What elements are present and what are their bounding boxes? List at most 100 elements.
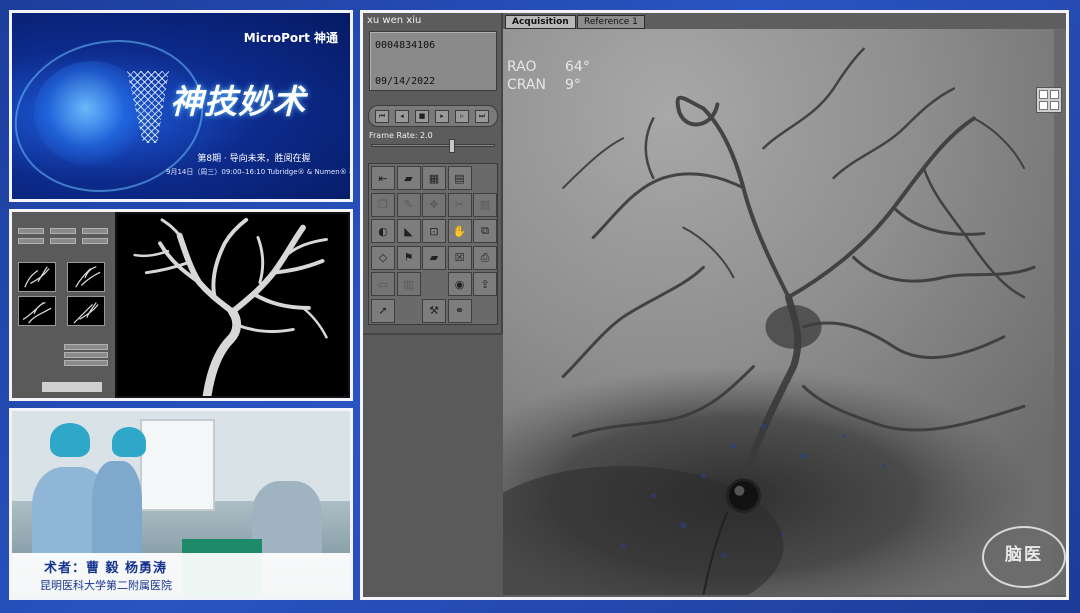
ws-button <box>50 238 76 244</box>
last-frame-button[interactable]: ⏭ <box>475 110 489 123</box>
tool-sharpen[interactable]: ◣ <box>396 219 421 243</box>
tab-reference-1[interactable]: Reference 1 <box>577 15 645 29</box>
operating-room-feed: 术者：曹 毅 杨勇涛 昆明医科大学第二附属医院 <box>9 408 353 600</box>
frame-rate-slider-knob[interactable] <box>449 139 455 153</box>
tool-pointer[interactable]: ➚ <box>371 298 395 323</box>
step-back-button[interactable]: ◂ <box>395 110 409 123</box>
banner-subtitle: 第8期 · 导向未来，胜阅在握 <box>197 154 311 164</box>
first-frame-icon: ⏮ <box>378 112 386 120</box>
tool-roadmap[interactable]: ⇤ <box>371 166 395 190</box>
tool-folder[interactable]: ▰ <box>396 166 421 190</box>
tab-acquisition[interactable]: Acquisition <box>505 15 576 29</box>
tool-copy[interactable]: ❐ <box>371 192 395 217</box>
patient-id: 0004834106 <box>375 40 436 51</box>
control-panel-empty-area <box>363 333 503 597</box>
step-back-icon: ◂ <box>400 112 404 120</box>
angiogram-image[interactable]: RAO 64° CRAN 9° <box>503 29 1054 595</box>
banner-schedule: 9月14日（周三）09:00–16:10 Tubridge® & Numen® … <box>166 168 350 176</box>
stop-button[interactable]: ■ <box>415 110 429 123</box>
tool-film-strip[interactable]: ▦ <box>422 166 446 190</box>
tool-zoom[interactable]: ⊡ <box>422 219 446 243</box>
viewer-scrollbar[interactable] <box>1054 29 1066 595</box>
tool-flag[interactable]: ⚑ <box>396 245 421 270</box>
compare-icon: ⧉ <box>481 224 489 237</box>
hand-icon: ✋ <box>452 224 467 238</box>
patient-name: xu wen xiu <box>367 15 422 26</box>
page-icon: ▧ <box>479 198 491 211</box>
tool-print[interactable]: ⎙ <box>473 245 497 270</box>
watermark-text: 脑医 <box>1005 545 1043 565</box>
roadmap-icon: ⇤ <box>378 171 388 185</box>
workstation-3d-view <box>9 209 353 401</box>
tool-palette: ⇤ ▰ ▦ ▤ ❐ ✎ ✥ ✂ ▧ ◐ ◣ ⊡ ✋ ⧉ ◇ ⚑ ▰ ☒ ⎙ ▭ ▥ ◉ ⇪ ➚ ⚒ ⚭ <box>368 163 498 325</box>
surgeon-caption: 术者：曹 毅 杨勇涛 昆明医科大学第二附属医院 <box>12 553 350 597</box>
patient-info-box: 0004834106 09/14/2022 <box>369 31 497 91</box>
play-button[interactable]: ▸ <box>435 110 449 123</box>
print-icon: ⎙ <box>480 250 490 264</box>
tool-hand[interactable]: ✋ <box>447 219 472 243</box>
camera-icon: ◉ <box>454 277 465 291</box>
tool-export[interactable]: ⇪ <box>473 272 497 296</box>
viewer-control-panel: xu wen xiu 0004834106 09/14/2022 ⏮ ◂ ■ ▸ ▹ ⏭ … <box>363 13 503 597</box>
tool-close-box[interactable]: ☒ <box>447 245 472 270</box>
tool-wrench[interactable]: ⚒ <box>422 298 446 323</box>
study-date: 09/14/2022 <box>375 76 436 87</box>
workstation-sidebar <box>12 212 115 398</box>
watermark-logo: 脑医 <box>982 526 1066 588</box>
pointer-icon: ➚ <box>378 304 388 317</box>
layout-grid-cell <box>1050 90 1059 99</box>
ws-thumbnail <box>18 296 56 326</box>
ws-button <box>18 228 44 234</box>
surgical-cap <box>112 427 146 457</box>
projection-rao-label: RAO <box>507 59 537 75</box>
flag-icon: ⚑ <box>403 251 414 264</box>
event-banner: MicroPort 神通 神技妙术 第8期 · 导向未来，胜阅在握 9月14日（… <box>9 10 353 202</box>
banner-title: 神技妙术 <box>170 82 306 121</box>
frame-rate-slider[interactable] <box>371 139 495 153</box>
projection-rao-value: 64° <box>565 59 590 75</box>
tool-page[interactable]: ▧ <box>473 192 497 217</box>
angiography-viewer: xu wen xiu 0004834106 09/14/2022 ⏮ ◂ ■ ▸ ▹ ⏭ … <box>360 10 1069 600</box>
grid-icon: ▤ <box>454 171 465 185</box>
tool-compare[interactable]: ⧉ <box>473 219 497 243</box>
ws-thumbnail <box>67 262 105 292</box>
tool-move[interactable]: ✥ <box>422 192 446 217</box>
tool-camera[interactable]: ◉ <box>447 272 472 296</box>
link-icon: ⚭ <box>454 304 465 317</box>
tool-edit[interactable]: ✎ <box>396 192 421 217</box>
layout-grid-cell <box>1039 101 1048 110</box>
tool-link[interactable]: ⚭ <box>447 298 472 323</box>
ws-button <box>64 344 108 350</box>
tool-rotate[interactable]: ◇ <box>371 245 395 270</box>
layout-grid-icon[interactable] <box>1036 87 1062 113</box>
tool-grid[interactable]: ▤ <box>447 166 472 190</box>
last-frame-icon: ⏭ <box>478 112 486 120</box>
step-forward-button[interactable]: ▹ <box>455 110 469 123</box>
ws-button <box>64 360 108 366</box>
tool-scissors[interactable]: ✂ <box>447 192 472 217</box>
c-arm-equipment <box>252 481 322 561</box>
export-icon: ⇪ <box>480 277 490 291</box>
tool-folder[interactable]: ▰ <box>422 245 446 270</box>
sharpen-icon: ◣ <box>404 224 413 238</box>
scissors-icon: ✂ <box>454 198 465 211</box>
surgeon-names: 术者：曹 毅 杨勇涛 <box>44 561 168 576</box>
folder-icon: ▰ <box>429 251 439 264</box>
brand-logo: MicroPort 神通 <box>243 31 338 45</box>
ws-button <box>82 238 108 244</box>
projection-cran-label: CRAN <box>507 77 546 93</box>
ws-button <box>82 228 108 234</box>
window-level-icon: ◐ <box>378 224 388 238</box>
layout-grid-cell <box>1050 101 1059 110</box>
folder-icon: ▰ <box>404 171 413 185</box>
tool-window-level[interactable]: ◐ <box>371 219 395 243</box>
zoom-icon: ⊡ <box>429 224 439 238</box>
tool-measure[interactable]: ▭ <box>371 272 395 296</box>
projection-rao: RAO 64° <box>507 59 590 75</box>
surgeon-figure <box>92 461 142 561</box>
play-icon: ▸ <box>440 112 444 120</box>
stop-icon: ■ <box>418 112 426 120</box>
tool-ruler[interactable]: ▥ <box>396 272 421 296</box>
surgical-cap <box>50 423 90 457</box>
first-frame-button[interactable]: ⏮ <box>375 110 389 123</box>
